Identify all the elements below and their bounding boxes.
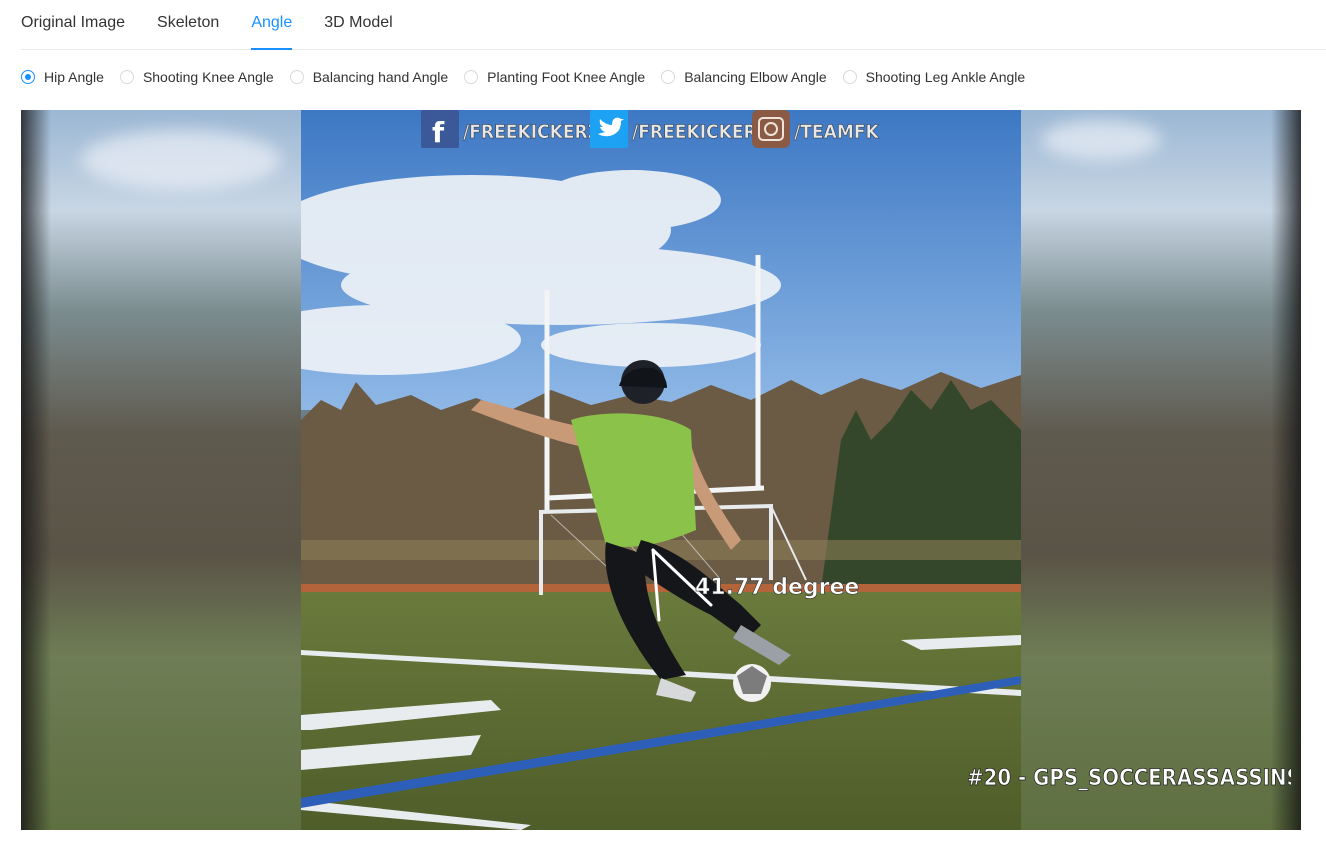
radio-label: Planting Foot Knee Angle (487, 69, 646, 85)
radio-button[interactable] (842, 70, 857, 84)
radio-balancing-elbow-angle[interactable]: Balancing Elbow Angle (661, 69, 827, 85)
instagram-icon (752, 110, 790, 148)
tab-angle[interactable]: Angle (251, 0, 292, 50)
facebook-handle: /FREEKICKERZ (463, 121, 600, 143)
angle-reading: 41.77 degree (695, 575, 859, 600)
tab-3d-model[interactable]: 3D Model (324, 0, 392, 49)
angle-video-frame: 41.77 degree f /FREEKICKERZ /FREEKICKERZ… (21, 110, 1301, 830)
video-credit: #20 - GPS_SOCCERASSASSINS (967, 766, 1291, 791)
radio-label: Shooting Knee Angle (142, 69, 274, 85)
radio-balancing-hand-angle[interactable]: Balancing hand Angle (289, 69, 449, 85)
twitter-handle: /FREEKICKERZ (632, 121, 769, 143)
view-tabs: Original Image Skeleton Angle 3D Model (21, 0, 1326, 50)
blurred-background-right (1021, 110, 1301, 830)
credit-overlay: #20 - GPS_SOCCERASSASSINS (967, 766, 1291, 792)
radio-button[interactable] (119, 70, 134, 84)
tab-original-image[interactable]: Original Image (21, 0, 125, 49)
radio-label: Hip Angle (44, 69, 104, 85)
instagram-handle: /TEAMFK (794, 121, 880, 143)
radio-hip-angle[interactable]: Hip Angle (21, 69, 104, 85)
blurred-background-left (21, 110, 301, 830)
tab-skeleton[interactable]: Skeleton (157, 0, 219, 49)
radio-button[interactable] (464, 70, 479, 84)
radio-label: Balancing Elbow Angle (684, 69, 827, 85)
angle-radio-group: Hip Angle Shooting Knee Angle Balancing … (21, 66, 1025, 88)
radio-button[interactable] (289, 70, 304, 84)
radio-label: Balancing hand Angle (312, 69, 449, 85)
soccer-ball (733, 664, 771, 702)
kick-scene: 41.77 degree f /FREEKICKERZ /FREEKICKERZ… (301, 110, 1021, 830)
radio-planting-foot-knee-angle[interactable]: Planting Foot Knee Angle (464, 69, 645, 85)
svg-text:f: f (432, 116, 445, 149)
radio-button[interactable] (661, 70, 676, 84)
radio-shooting-knee-angle[interactable]: Shooting Knee Angle (119, 69, 274, 85)
radio-shooting-leg-ankle-angle[interactable]: Shooting Leg Ankle Angle (842, 69, 1026, 85)
radio-label: Shooting Leg Ankle Angle (865, 69, 1026, 85)
radio-button-checked[interactable] (21, 70, 35, 84)
